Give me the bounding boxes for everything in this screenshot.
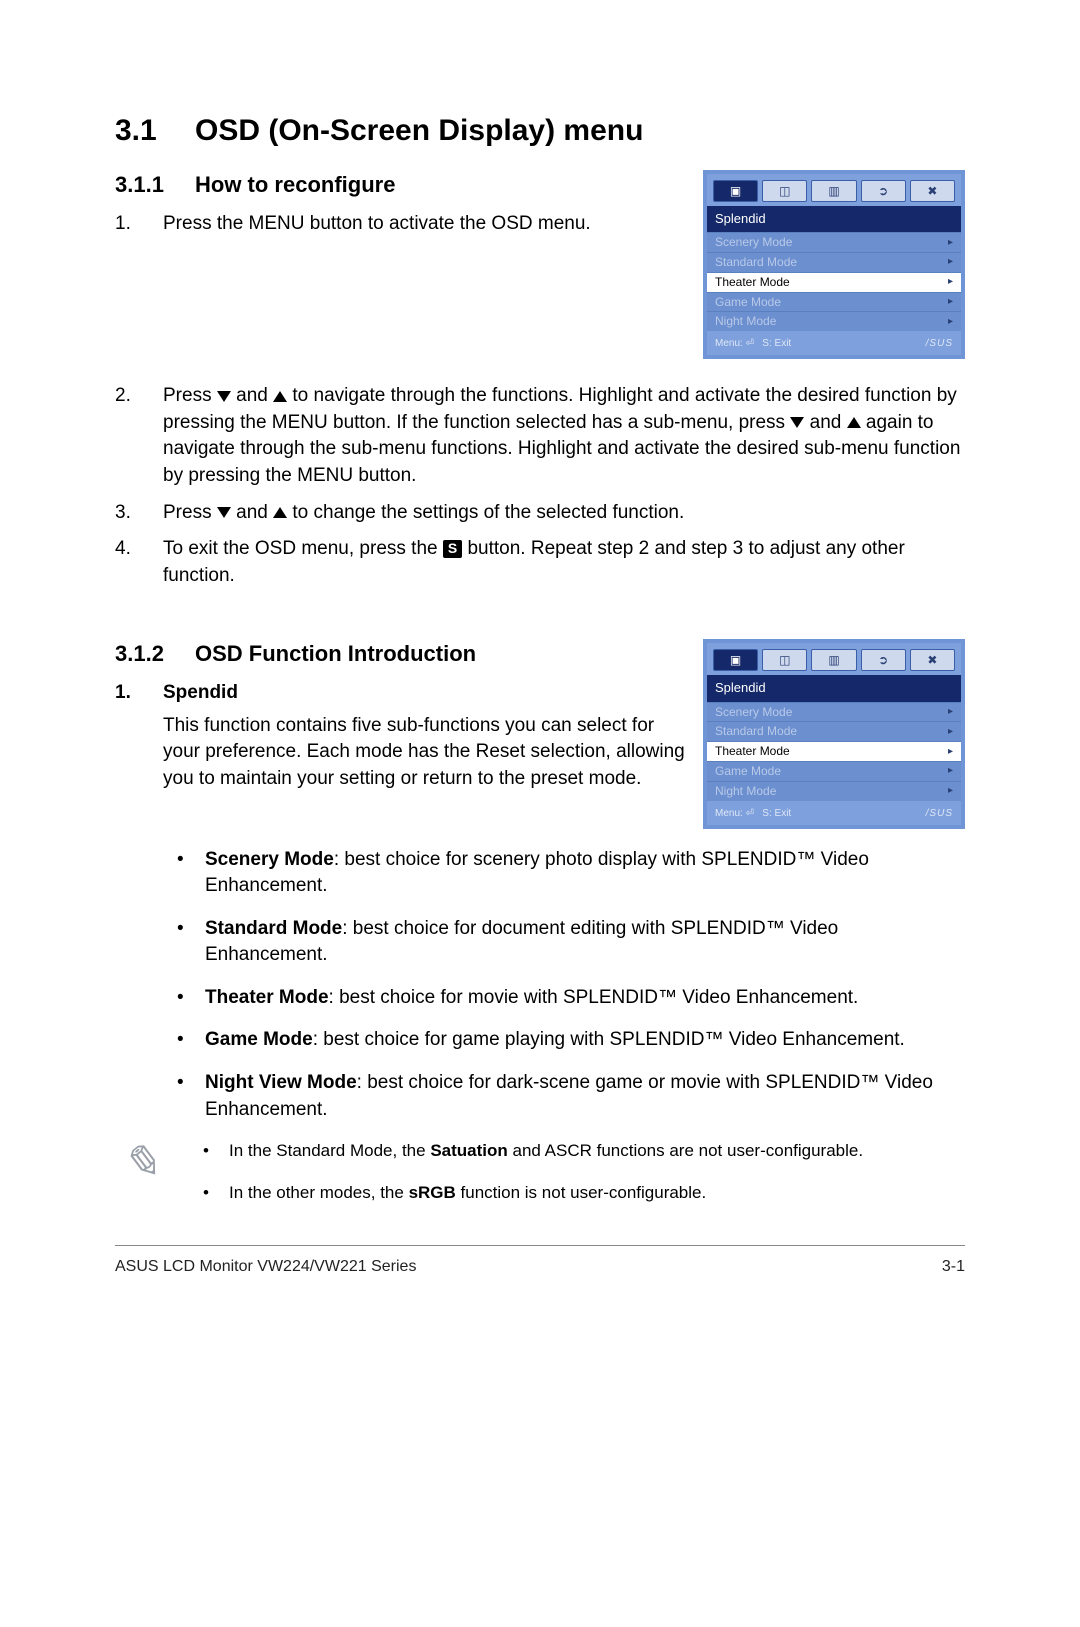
bullet-icon: • [203,1181,229,1205]
triangle-up-icon [273,391,287,402]
triangle-down-icon [217,507,231,518]
section-heading: 3.1OSD (On-Screen Display) menu [115,110,965,152]
step-number: 1. [115,211,163,238]
note-item: •In the other modes, the sRGB function i… [203,1181,965,1205]
osd-item: Game Mode▸ [707,292,961,312]
osd-item: Scenery Mode▸ [707,232,961,252]
chevron-right-icon: ▸ [948,725,953,739]
step-item: 2. Press and to navigate through the fun… [115,383,965,489]
bullet-icon: • [177,916,205,969]
osd-menu-title: Splendid [707,675,961,701]
osd-tab-exit-icon: ✖ [910,649,955,671]
triangle-down-icon [790,417,804,428]
triangle-down-icon [217,391,231,402]
step-item: 1. Press the MENU button to activate the… [115,211,685,238]
mode-bullet: •Standard Mode: best choice for document… [177,916,965,969]
step-item: 4. To exit the OSD menu, press the S but… [115,536,965,589]
osd-tab-color-icon: ▥ [811,180,856,202]
pencil-note-icon: ✎ [115,1139,185,1185]
chevron-right-icon: ▸ [948,705,953,719]
bullet-icon: • [177,985,205,1012]
mode-bullet: •Scenery Mode: best choice for scenery p… [177,847,965,900]
osd-tab-exit-icon: ✖ [910,180,955,202]
triangle-up-icon [847,417,861,428]
osd-tab-image-icon: ◫ [762,649,807,671]
note-item: •In the Standard Mode, the Satuation and… [203,1139,965,1163]
footer-left: ASUS LCD Monitor VW224/VW221 Series [115,1256,416,1278]
footer-right: 3-1 [942,1256,965,1278]
osd-footer: Menu: ⏎ S: Exit /SUS [707,801,961,825]
splendid-heading: 1.Spendid [115,680,685,707]
footer-rule [115,1245,965,1246]
s-button-icon: S [443,540,462,557]
step-text: Press the MENU button to activate the OS… [163,211,685,238]
splendid-intro: This function contains five sub-function… [163,713,685,793]
step-item: 3. Press and to change the settings of t… [115,500,965,527]
page-footer: ASUS LCD Monitor VW224/VW221 Series 3-1 [115,1256,965,1278]
triangle-up-icon [273,507,287,518]
mode-bullet: •Theater Mode: best choice for movie wit… [177,985,965,1012]
step-number: 2. [115,383,163,489]
osd-item: Scenery Mode▸ [707,702,961,722]
chevron-right-icon: ▸ [948,745,953,759]
mode-bullet: •Night View Mode: best choice for dark-s… [177,1070,965,1123]
osd-tab-row: ▣ ◫ ▥ ➲ ✖ [707,643,961,675]
bullet-icon: • [177,1070,205,1123]
chevron-right-icon: ▸ [948,236,953,250]
bullet-icon: • [177,847,205,900]
osd-item: Game Mode▸ [707,761,961,781]
osd-item: Standard Mode▸ [707,721,961,741]
subsection-number: 3.1.1 [115,170,195,201]
subsection-title: OSD Function Introduction [195,641,476,666]
osd-item-selected: Theater Mode▸ [707,272,961,292]
subsection-heading: 3.1.1How to reconfigure [115,170,685,201]
osd-item: Standard Mode▸ [707,252,961,272]
osd-menu-title: Splendid [707,206,961,232]
subsection-number: 3.1.2 [115,639,195,670]
osd-tab-splendid-icon: ▣ [713,180,758,202]
osd-tab-row: ▣ ◫ ▥ ➲ ✖ [707,174,961,206]
chevron-right-icon: ▸ [948,784,953,798]
osd-item: Night Mode▸ [707,311,961,331]
subsection-title: How to reconfigure [195,172,395,197]
osd-tab-color-icon: ▥ [811,649,856,671]
bullet-icon: • [203,1139,229,1163]
chevron-right-icon: ▸ [948,315,953,329]
osd-item-selected: Theater Mode▸ [707,741,961,761]
section-number: 3.1 [115,110,195,152]
osd-screenshot: ▣ ◫ ▥ ➲ ✖ Splendid Scenery Mode▸ Standar… [703,170,965,359]
step-text: Press and to change the settings of the … [163,500,965,527]
osd-tab-image-icon: ◫ [762,180,807,202]
chevron-right-icon: ▸ [948,295,953,309]
asus-logo: /SUS [926,337,953,351]
osd-tab-input-icon: ➲ [861,180,906,202]
subsection-heading: 3.1.2OSD Function Introduction [115,639,685,670]
bullet-icon: • [177,1027,205,1054]
osd-item: Night Mode▸ [707,781,961,801]
chevron-right-icon: ▸ [948,255,953,269]
step-number: 3. [115,500,163,527]
osd-footer: Menu: ⏎ S: Exit /SUS [707,331,961,355]
osd-screenshot: ▣ ◫ ▥ ➲ ✖ Splendid Scenery Mode▸ Standar… [703,639,965,828]
chevron-right-icon: ▸ [948,275,953,289]
osd-tab-input-icon: ➲ [861,649,906,671]
mode-bullet: •Game Mode: best choice for game playing… [177,1027,965,1054]
step-text: To exit the OSD menu, press the S button… [163,536,965,589]
step-number: 4. [115,536,163,589]
osd-tab-splendid-icon: ▣ [713,649,758,671]
section-title: OSD (On-Screen Display) menu [195,114,643,147]
step-text: Press and to navigate through the functi… [163,383,965,489]
chevron-right-icon: ▸ [948,764,953,778]
asus-logo: /SUS [926,807,953,821]
